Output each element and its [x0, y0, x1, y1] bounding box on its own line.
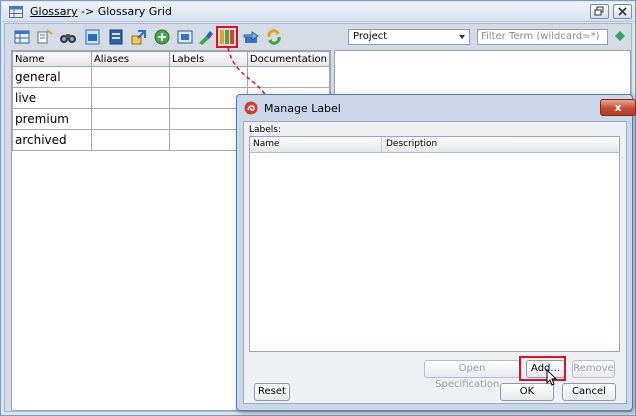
remove-button[interactable]: Remove	[572, 360, 615, 378]
aliases-cell[interactable]	[90, 129, 170, 151]
column-header-aliases[interactable]: Aliases	[90, 51, 170, 67]
dialog-title-bar: Manage Label x	[244, 99, 636, 119]
close-window-button[interactable]	[613, 4, 632, 19]
labels-table[interactable]: Name Description	[249, 136, 620, 352]
close-icon: x	[614, 101, 622, 114]
import-icon[interactable]	[242, 28, 260, 46]
aliases-cell[interactable]	[90, 108, 170, 130]
toolbar: Project Filter Term (wildcard=*)	[5, 24, 633, 49]
labels-cell[interactable]	[168, 66, 248, 88]
extract-icon[interactable]	[130, 28, 148, 46]
term-name-cell[interactable]: premium	[12, 108, 92, 130]
refresh-icon[interactable]	[265, 28, 283, 46]
highlight-icon[interactable]	[196, 28, 214, 46]
term-name-cell[interactable]: archived	[12, 129, 92, 151]
column-header-description[interactable]: Description	[386, 139, 437, 149]
glossary-grid-icon	[9, 6, 23, 18]
dialog-title: Manage Label	[264, 102, 341, 115]
dialog-body: Labels: Name Description Open Specificat…	[243, 121, 627, 404]
labels-table-header: Name Description	[250, 137, 619, 153]
table-row[interactable]: general	[12, 66, 331, 88]
aliases-cell[interactable]	[90, 87, 170, 109]
mouse-pointer-icon	[546, 369, 558, 386]
column-header-name[interactable]: Name	[12, 51, 92, 67]
column-header-name[interactable]: Name	[253, 139, 280, 149]
add-icon[interactable]	[153, 28, 171, 46]
manage-label-dialog: Manage Label x Labels: Name Description …	[236, 94, 636, 411]
column-divider	[381, 137, 382, 153]
add-button-highlight	[519, 356, 566, 381]
filter-diamond-icon[interactable]	[615, 31, 625, 41]
column-header-labels[interactable]: Labels	[168, 51, 248, 67]
close-icon	[618, 7, 627, 16]
restore-button[interactable]	[590, 4, 609, 19]
term-name-cell[interactable]: live	[12, 87, 92, 109]
app-logo-icon	[244, 101, 258, 115]
restore-icon	[594, 6, 604, 16]
breadcrumb-current: -> Glossary Grid	[81, 5, 172, 18]
reset-button[interactable]: Reset	[254, 383, 290, 401]
fit-icon[interactable]	[176, 28, 194, 46]
edit-term-icon[interactable]	[36, 28, 54, 46]
label-icon-highlight	[216, 26, 238, 48]
new-table-icon[interactable]	[13, 28, 31, 46]
filter-input[interactable]: Filter Term (wildcard=*)	[477, 29, 608, 45]
binoculars-icon[interactable]	[59, 28, 77, 46]
scope-select-value: Project	[353, 31, 388, 42]
labels-caption: Labels:	[249, 125, 282, 135]
open-spec-icon[interactable]	[84, 28, 102, 46]
dialog-close-button[interactable]: x	[600, 99, 636, 116]
scope-select[interactable]: Project	[348, 29, 470, 45]
column-header-documentation[interactable]: Documentation	[246, 51, 331, 67]
term-name-cell[interactable]: general	[12, 66, 92, 88]
filter-placeholder: Filter Term (wildcard=*)	[481, 31, 600, 42]
breadcrumb: Glossary -> Glossary Grid	[30, 5, 172, 18]
title-bar: Glossary -> Glossary Grid	[2, 2, 634, 22]
document-icon[interactable]	[107, 28, 125, 46]
chevron-down-icon	[459, 35, 465, 39]
cancel-button[interactable]: Cancel	[562, 383, 616, 401]
documentation-cell[interactable]	[246, 66, 331, 88]
aliases-cell[interactable]	[90, 66, 170, 88]
breadcrumb-glossary-link[interactable]: Glossary	[30, 5, 78, 18]
open-specification-button[interactable]: Open Specification...	[424, 360, 520, 390]
